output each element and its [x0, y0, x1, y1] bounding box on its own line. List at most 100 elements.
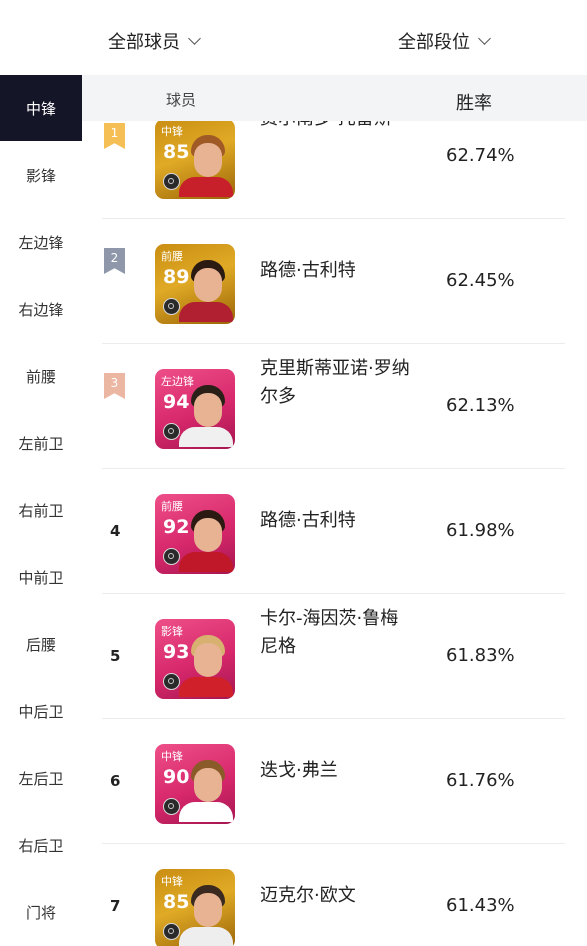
sidebar-item-lb[interactable]: 左后卫 [0, 745, 82, 811]
table-row[interactable]: 7 中锋 85 迈克尔·欧文 61.43% [82, 844, 587, 946]
player-card-position: 前腰 [161, 250, 183, 263]
player-name: 卡尔-海因茨·鲁梅尼格 [260, 608, 399, 657]
sidebar-item-rmf[interactable]: 右前卫 [0, 477, 82, 543]
player-card-position: 影锋 [161, 625, 183, 638]
player-name: 路德·古利特 [260, 260, 356, 281]
win-rate: 62.45% [446, 270, 515, 291]
player-card-rating: 90 [163, 766, 190, 788]
sidebar-item-label: 中后卫 [18, 702, 64, 721]
player-card-rating: 92 [163, 516, 190, 538]
ranking-page: 全部球员 全部段位 中锋 影锋 左边锋 右边锋 前腰 左前卫 右前卫 中前卫 后… [0, 0, 587, 946]
table-row[interactable]: 2 前腰 89 路德·古利特 62.45% [82, 219, 587, 344]
sidebar-item-rwf[interactable]: 右边锋 [0, 276, 82, 342]
sidebar-item-cf[interactable]: 中锋 [0, 75, 82, 141]
player-portrait [179, 629, 233, 697]
sidebar-item-label: 影锋 [25, 166, 56, 185]
rank-number: 7 [110, 897, 121, 915]
rank-number: 4 [110, 522, 121, 540]
sidebar-item-label: 右前卫 [18, 501, 64, 520]
sidebar-item-label: 左后卫 [18, 769, 64, 788]
player-filter-label: 全部球员 [108, 32, 180, 53]
player-portrait [179, 504, 233, 572]
player-portrait [179, 879, 233, 946]
column-header-win-rate: 胜率 [456, 93, 492, 114]
chevron-down-icon [188, 32, 201, 45]
table-row[interactable]: 4 前腰 92 路德·古利特 61.98% [82, 469, 587, 594]
sidebar-item-label: 后腰 [25, 635, 56, 654]
card-badge-icon [163, 423, 180, 440]
sidebar-item-label: 中前卫 [18, 568, 64, 587]
sidebar-item-gk[interactable]: 门将 [0, 879, 82, 945]
rank-number: 1 [110, 126, 119, 140]
card-badge-icon [163, 173, 180, 190]
player-name: 克里斯蒂亚诺·罗纳尔多 [260, 358, 410, 407]
rank-ribbon-icon: 2 [104, 248, 125, 274]
win-rate: 61.98% [446, 520, 515, 541]
sidebar-item-label: 中锋 [25, 99, 56, 118]
player-portrait [179, 129, 233, 197]
sidebar-item-label: 右边锋 [18, 300, 64, 319]
position-sidebar: 中锋 影锋 左边锋 右边锋 前腰 左前卫 右前卫 中前卫 后腰 中后卫 左后卫 … [0, 75, 82, 946]
sidebar-item-lmf[interactable]: 左前卫 [0, 410, 82, 476]
win-rate: 62.74% [446, 145, 515, 166]
sidebar-item-rb[interactable]: 右后卫 [0, 812, 82, 878]
win-rate: 61.83% [446, 645, 515, 666]
player-card[interactable]: 影锋 93 [155, 619, 235, 699]
sidebar-item-cmf[interactable]: 中前卫 [0, 544, 82, 610]
player-name: 迈克尔·欧文 [260, 885, 356, 906]
sidebar-item-label: 前腰 [25, 367, 56, 386]
sidebar-item-label: 右后卫 [18, 836, 64, 855]
rank-number: 5 [110, 647, 121, 665]
player-card[interactable]: 中锋 90 [155, 744, 235, 824]
sidebar-item-lwf[interactable]: 左边锋 [0, 209, 82, 275]
table-row[interactable]: 6 中锋 90 迭戈·弗兰 61.76% [82, 719, 587, 844]
player-card[interactable]: 中锋 85 [155, 869, 235, 946]
tier-filter-dropdown[interactable]: 全部段位 [398, 28, 491, 54]
table-row[interactable]: 5 影锋 93 卡尔-海因茨·鲁梅尼格 61.83% [82, 594, 587, 719]
card-badge-icon [163, 673, 180, 690]
sidebar-item-cb[interactable]: 中后卫 [0, 678, 82, 744]
player-card[interactable]: 左边锋 94 [155, 369, 235, 449]
table-header: 球员 胜率 [82, 75, 587, 121]
player-portrait [179, 254, 233, 322]
sidebar-item-amf[interactable]: 前腰 [0, 343, 82, 409]
player-card[interactable]: 前腰 89 [155, 244, 235, 324]
rank-number: 2 [110, 251, 119, 265]
sidebar-item-label: 左前卫 [18, 434, 64, 453]
chevron-down-icon [478, 32, 491, 45]
player-card-rating: 94 [163, 391, 190, 413]
card-badge-icon [163, 798, 180, 815]
player-portrait [179, 754, 233, 822]
sidebar-item-dmf[interactable]: 后腰 [0, 611, 82, 677]
win-rate: 62.13% [446, 395, 515, 416]
player-card-position: 中锋 [161, 875, 183, 888]
player-ranking-list: 1 中锋 85 费尔南多·托雷斯 62.74% 2 前腰 89 路德·古 [82, 121, 587, 946]
table-row[interactable]: 3 左边锋 94 克里斯蒂亚诺·罗纳尔多 62.13% [82, 344, 587, 469]
player-portrait [179, 379, 233, 447]
player-card-position: 中锋 [161, 125, 183, 138]
win-rate: 61.76% [446, 770, 515, 791]
table-row[interactable]: 1 中锋 85 费尔南多·托雷斯 62.74% [82, 121, 587, 219]
sidebar-item-label: 门将 [25, 903, 56, 922]
player-card-rating: 85 [163, 141, 190, 163]
rank-ribbon-icon: 3 [104, 373, 125, 399]
column-header-player: 球员 [166, 91, 197, 109]
player-card[interactable]: 中锋 85 [155, 121, 235, 199]
card-badge-icon [163, 923, 180, 940]
player-filter-dropdown[interactable]: 全部球员 [108, 28, 201, 54]
sidebar-item-ss[interactable]: 影锋 [0, 142, 82, 208]
tier-filter-label: 全部段位 [398, 32, 470, 53]
win-rate: 61.43% [446, 895, 515, 916]
player-card-position: 中锋 [161, 750, 183, 763]
player-name: 路德·古利特 [260, 510, 356, 531]
rank-number: 3 [110, 376, 119, 390]
player-card-position: 前腰 [161, 500, 183, 513]
player-name: 迭戈·弗兰 [260, 760, 338, 781]
card-badge-icon [163, 298, 180, 315]
player-name: 费尔南多·托雷斯 [260, 121, 410, 133]
player-card[interactable]: 前腰 92 [155, 494, 235, 574]
player-card-rating: 89 [163, 266, 190, 288]
card-badge-icon [163, 548, 180, 565]
player-card-rating: 85 [163, 891, 190, 913]
sidebar-item-label: 左边锋 [18, 233, 64, 252]
